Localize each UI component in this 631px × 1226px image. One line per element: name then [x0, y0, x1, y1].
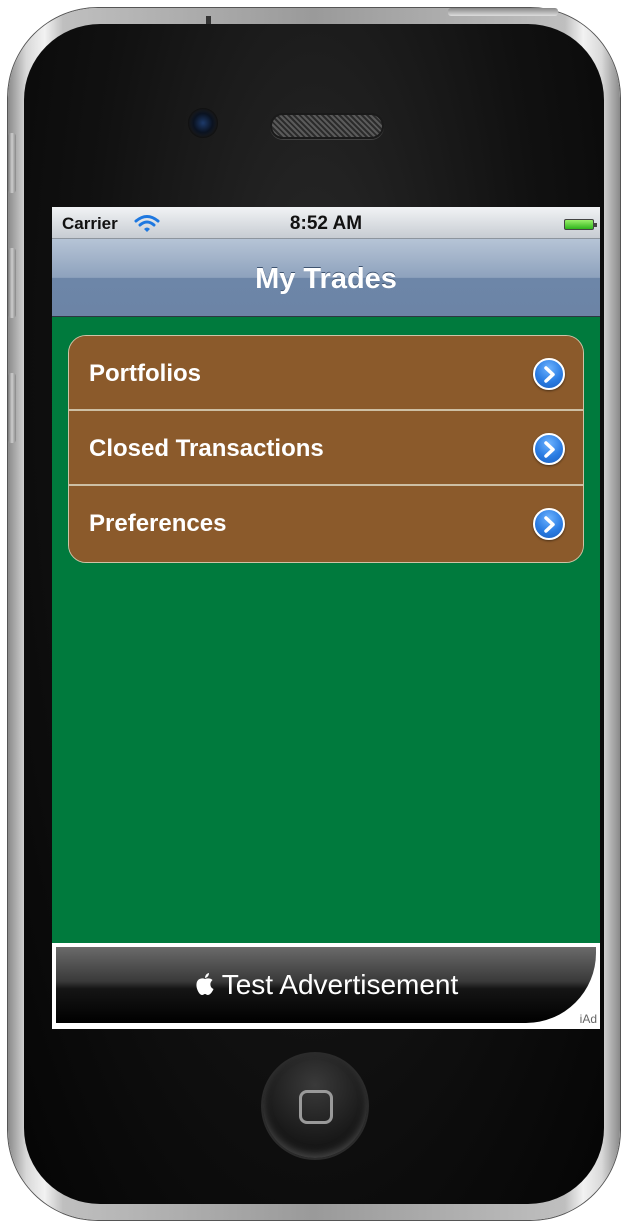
ad-banner[interactable]: Test Advertisement iAd	[52, 943, 600, 1029]
status-time: 8:52 AM	[289, 213, 363, 234]
sleep-button[interactable]	[448, 8, 558, 16]
ad-text: Test Advertisement	[221, 969, 459, 1000]
disclosure-icon[interactable]	[533, 358, 565, 390]
navigation-bar: My Trades	[52, 239, 600, 317]
iad-badge: iAd	[579, 1012, 597, 1026]
menu-item-closed-transactions[interactable]: Closed Transactions	[69, 411, 583, 486]
battery-icon	[564, 219, 597, 230]
apple-icon	[196, 973, 214, 995]
volume-down-button[interactable]	[8, 373, 16, 443]
menu-item-preferences[interactable]: Preferences	[69, 486, 583, 562]
camera-icon	[188, 108, 218, 138]
volume-up-button[interactable]	[8, 248, 16, 318]
app-screen: Carrier 8:52 AM My Trades Portfolios Clo…	[52, 207, 600, 1029]
menu-item-portfolios[interactable]: Portfolios	[69, 336, 583, 411]
ad-button[interactable]: Test Advertisement	[56, 947, 596, 1023]
home-button[interactable]	[261, 1052, 369, 1160]
ad-content: Test Advertisement	[56, 969, 596, 1001]
status-bar: Carrier 8:52 AM	[52, 207, 600, 239]
menu-list: Portfolios Closed Transactions Preferenc…	[68, 335, 584, 563]
menu-item-label: Closed Transactions	[89, 435, 324, 462]
menu-item-label: Preferences	[89, 510, 227, 537]
page-title: My Trades	[255, 263, 397, 295]
speaker-grille	[270, 113, 384, 139]
menu-item-label: Portfolios	[89, 360, 201, 387]
mute-switch[interactable]	[8, 133, 16, 193]
home-square-icon	[299, 1090, 333, 1124]
disclosure-icon[interactable]	[533, 508, 565, 540]
disclosure-icon[interactable]	[533, 433, 565, 465]
